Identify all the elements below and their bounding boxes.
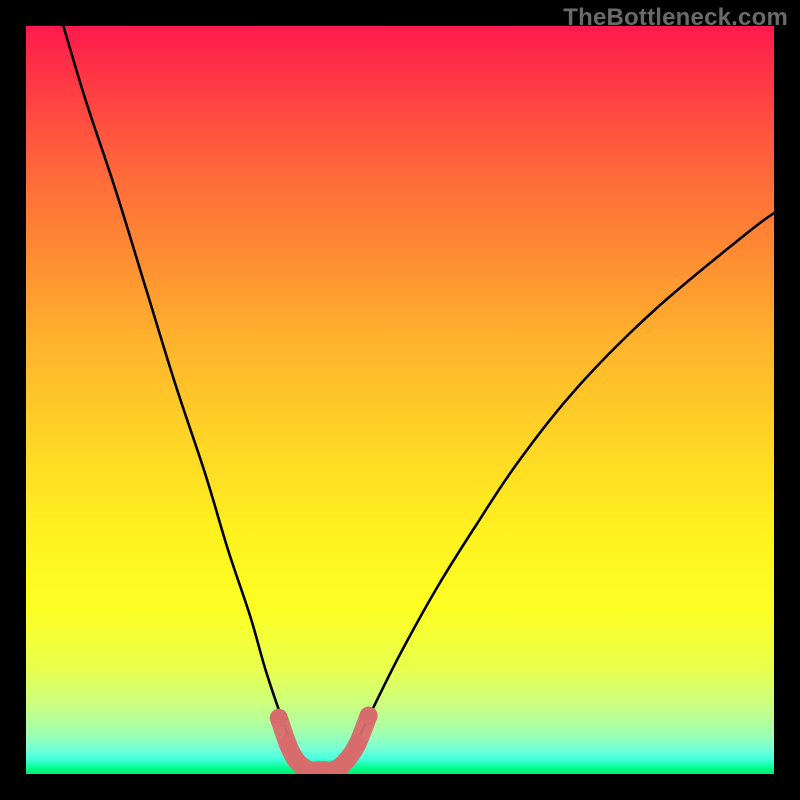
bottleneck-curve	[63, 26, 774, 771]
valley-marker	[360, 707, 378, 725]
plot-area	[26, 26, 774, 774]
valley-marker	[339, 750, 357, 768]
valley-marker	[348, 735, 366, 753]
watermark-text: TheBottleneck.com	[563, 4, 788, 32]
curve-layer	[26, 26, 774, 774]
chart-frame: TheBottleneck.com	[0, 0, 800, 800]
valley-marker	[270, 709, 288, 727]
